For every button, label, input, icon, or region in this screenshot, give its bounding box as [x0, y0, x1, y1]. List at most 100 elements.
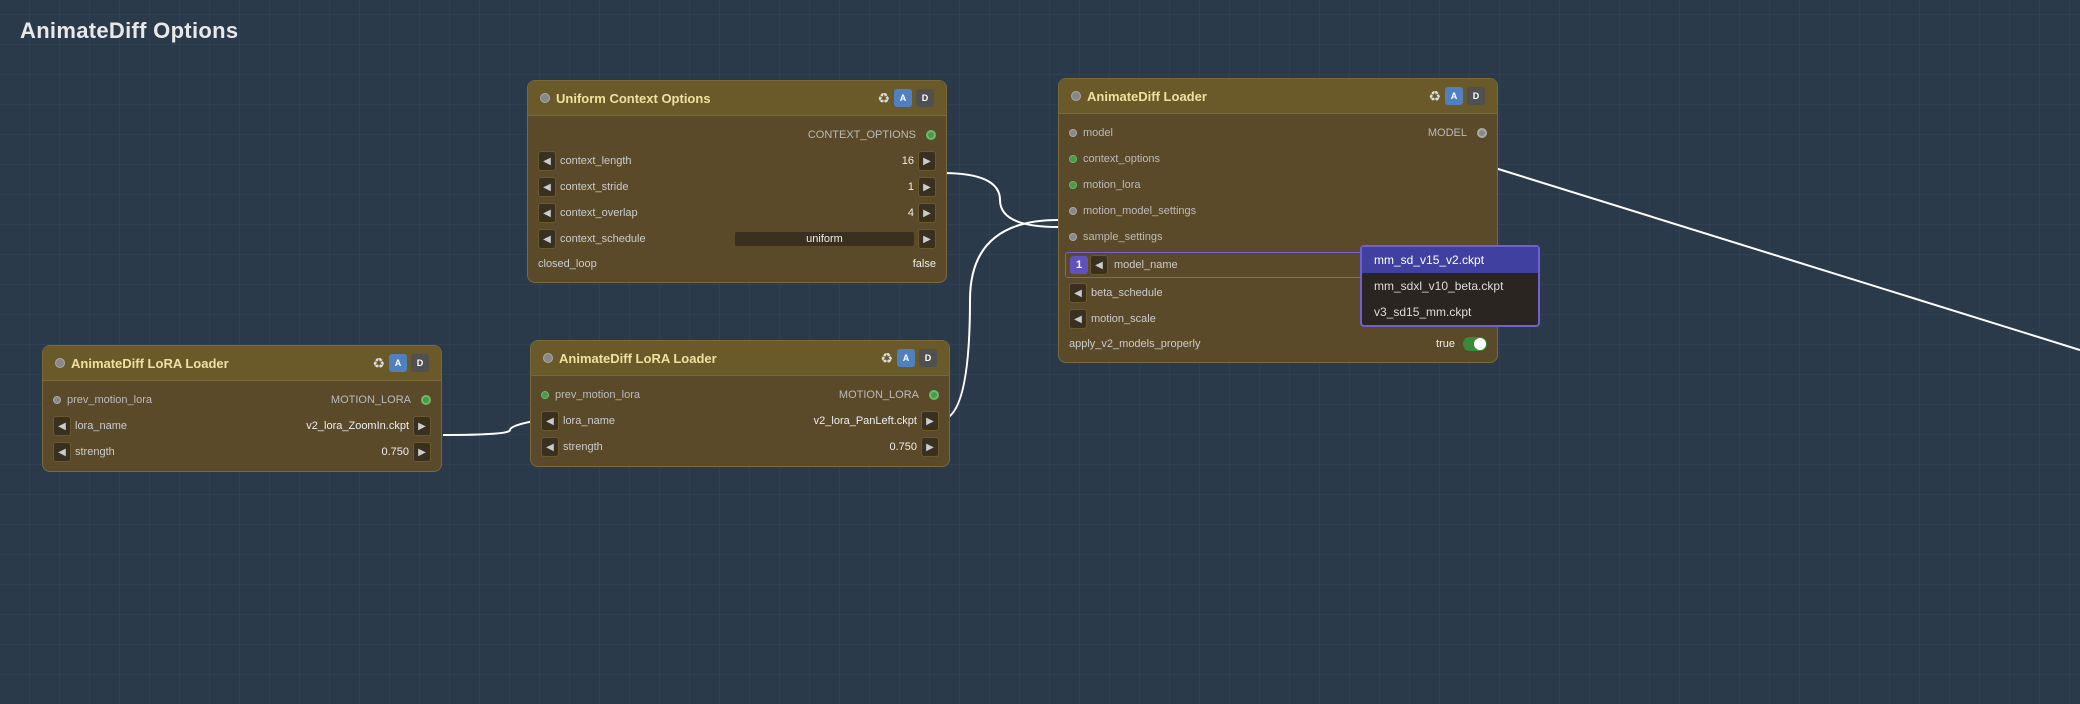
lora-loader-right-title: AnimateDiff LoRA Loader	[559, 351, 874, 366]
badge-a-uniform: A	[894, 89, 912, 107]
context-options-input-row: context_options	[1059, 146, 1497, 172]
lora-loader-right-node: AnimateDiff LoRA Loader ♻ A D prev_motio…	[530, 340, 950, 467]
context-overlap-increment[interactable]: ▶	[918, 203, 936, 223]
lora-left-name-label: lora_name	[75, 420, 302, 432]
lora-left-icons: ♻ A D	[372, 354, 429, 372]
lora-loader-left-body: prev_motion_lora MOTION_LORA ◀ lora_name…	[43, 381, 441, 471]
context-options-output-port[interactable]	[926, 130, 936, 140]
beta-schedule-decrement[interactable]: ◀	[1069, 283, 1087, 303]
model-name-decrement[interactable]: ◀	[1090, 255, 1108, 275]
lora-left-output-port[interactable]	[421, 395, 431, 405]
context-stride-value: 1	[874, 181, 914, 193]
context-options-input-label: context_options	[1077, 153, 1160, 165]
badge-a-loader: A	[1445, 87, 1463, 105]
motion-lora-dot	[1069, 181, 1077, 189]
context-length-row: ◀ context_length 16 ▶	[528, 148, 946, 174]
apply-v2-row: apply_v2_models_properly true	[1059, 332, 1497, 356]
model-output-label: MODEL	[1290, 127, 1473, 139]
apply-v2-toggle[interactable]	[1463, 337, 1487, 351]
lora-right-strength-decrement[interactable]: ◀	[541, 437, 559, 457]
lora-right-name-increment[interactable]: ▶	[921, 411, 939, 431]
lora-right-prev-dot	[541, 391, 549, 399]
context-length-value: 16	[874, 155, 914, 167]
recycle-icon: ♻	[877, 90, 890, 107]
model-output-port[interactable]	[1477, 128, 1487, 138]
motion-lora-row: motion_lora	[1059, 172, 1497, 198]
context-schedule-row: ◀ context_schedule uniform ▶	[528, 226, 946, 252]
lora-right-name-row: ◀ lora_name v2_lora_PanLeft.ckpt ▶	[531, 408, 949, 434]
lora-left-name-value: v2_lora_ZoomIn.ckpt	[306, 420, 409, 432]
lora-left-strength-decrement[interactable]: ◀	[53, 442, 71, 462]
context-options-input-dot	[1069, 155, 1077, 163]
context-length-increment[interactable]: ▶	[918, 151, 936, 171]
context-stride-label: context_stride	[560, 181, 870, 193]
motion-model-settings-dot	[1069, 207, 1077, 215]
lora-left-prev-dot	[53, 396, 61, 404]
apply-v2-value: true	[1436, 338, 1455, 350]
context-schedule-decrement[interactable]: ◀	[538, 229, 556, 249]
dropdown-item-2[interactable]: mm_sdxl_v10_beta.ckpt	[1362, 273, 1538, 299]
lora-left-strength-row: ◀ strength 0.750 ▶	[43, 439, 441, 465]
beta-schedule-label: beta_schedule	[1091, 287, 1400, 299]
lora-left-strength-increment[interactable]: ▶	[413, 442, 431, 462]
context-overlap-label: context_overlap	[560, 207, 870, 219]
lora-left-strength-value: 0.750	[369, 446, 409, 458]
motion-lora-label: motion_lora	[1077, 179, 1140, 191]
context-options-output-label: CONTEXT_OPTIONS	[538, 129, 922, 141]
lora-right-strength-value: 0.750	[877, 441, 917, 453]
closed-loop-row: closed_loop false	[528, 252, 946, 276]
dropdown-item-3[interactable]: v3_sd15_mm.ckpt	[1362, 299, 1538, 325]
sample-settings-dot	[1069, 233, 1077, 241]
lora-right-output-label: MOTION_LORA	[780, 389, 926, 401]
uniform-context-title: Uniform Context Options	[556, 91, 871, 106]
uniform-context-node: Uniform Context Options ♻ A D CONTEXT_OP…	[527, 80, 947, 283]
model-name-badge: 1	[1070, 256, 1088, 274]
lora-loader-right-body: prev_motion_lora MOTION_LORA ◀ lora_name…	[531, 376, 949, 466]
lora-right-prev-row: prev_motion_lora MOTION_LORA	[531, 382, 949, 408]
lora-left-output-label: MOTION_LORA	[282, 394, 418, 406]
lora-left-name-increment[interactable]: ▶	[413, 416, 431, 436]
lora-left-name-row: ◀ lora_name v2_lora_ZoomIn.ckpt ▶	[43, 413, 441, 439]
lora-right-name-label: lora_name	[563, 415, 810, 427]
model-row: model MODEL	[1059, 120, 1497, 146]
lora-left-prev-row: prev_motion_lora MOTION_LORA	[43, 387, 441, 413]
uniform-context-header: Uniform Context Options ♻ A D	[528, 81, 946, 116]
lora-right-strength-row: ◀ strength 0.750 ▶	[531, 434, 949, 460]
lora-right-name-decrement[interactable]: ◀	[541, 411, 559, 431]
badge-d-loader: D	[1467, 87, 1485, 105]
animatediff-loader-title: AnimateDiff Loader	[1087, 89, 1422, 104]
lora-left-name-decrement[interactable]: ◀	[53, 416, 71, 436]
animatediff-loader-status-dot	[1071, 91, 1081, 101]
context-stride-increment[interactable]: ▶	[918, 177, 936, 197]
lora-right-icons: ♻ A D	[880, 349, 937, 367]
apply-v2-label: apply_v2_models_properly	[1069, 338, 1432, 350]
recycle-icon-lora-right: ♻	[880, 350, 893, 367]
uniform-context-body: CONTEXT_OPTIONS ◀ context_length 16 ▶ ◀ …	[528, 116, 946, 282]
sample-settings-label: sample_settings	[1077, 231, 1163, 243]
badge-a-lora-left: A	[389, 354, 407, 372]
badge-d-lora-left: D	[411, 354, 429, 372]
dropdown-item-1[interactable]: mm_sd_v15_v2.ckpt	[1362, 247, 1538, 273]
lora-right-output-port[interactable]	[929, 390, 939, 400]
canvas: AnimateDiff Options Uniform Context Opti…	[0, 0, 2080, 704]
context-overlap-decrement[interactable]: ◀	[538, 203, 556, 223]
animatediff-loader-icons: ♻ A D	[1428, 87, 1485, 105]
lora-right-strength-increment[interactable]: ▶	[921, 437, 939, 457]
lora-loader-left-title: AnimateDiff LoRA Loader	[71, 356, 366, 371]
context-schedule-increment[interactable]: ▶	[918, 229, 936, 249]
motion-scale-decrement[interactable]: ◀	[1069, 309, 1087, 329]
lora-right-name-value: v2_lora_PanLeft.ckpt	[814, 415, 917, 427]
closed-loop-label: closed_loop	[538, 258, 909, 270]
lora-loader-right-header: AnimateDiff LoRA Loader ♻ A D	[531, 341, 949, 376]
motion-model-settings-label: motion_model_settings	[1077, 205, 1196, 217]
model-name-dropdown[interactable]: mm_sd_v15_v2.ckpt mm_sdxl_v10_beta.ckpt …	[1360, 245, 1540, 327]
page-title: AnimateDiff Options	[20, 18, 238, 44]
uniform-context-status-dot	[540, 93, 550, 103]
context-stride-decrement[interactable]: ◀	[538, 177, 556, 197]
closed-loop-value: false	[913, 258, 936, 270]
context-length-decrement[interactable]: ◀	[538, 151, 556, 171]
recycle-icon-loader: ♻	[1428, 88, 1441, 105]
lora-right-prev-label: prev_motion_lora	[549, 389, 640, 401]
badge-d-lora-right: D	[919, 349, 937, 367]
context-overlap-value: 4	[874, 207, 914, 219]
